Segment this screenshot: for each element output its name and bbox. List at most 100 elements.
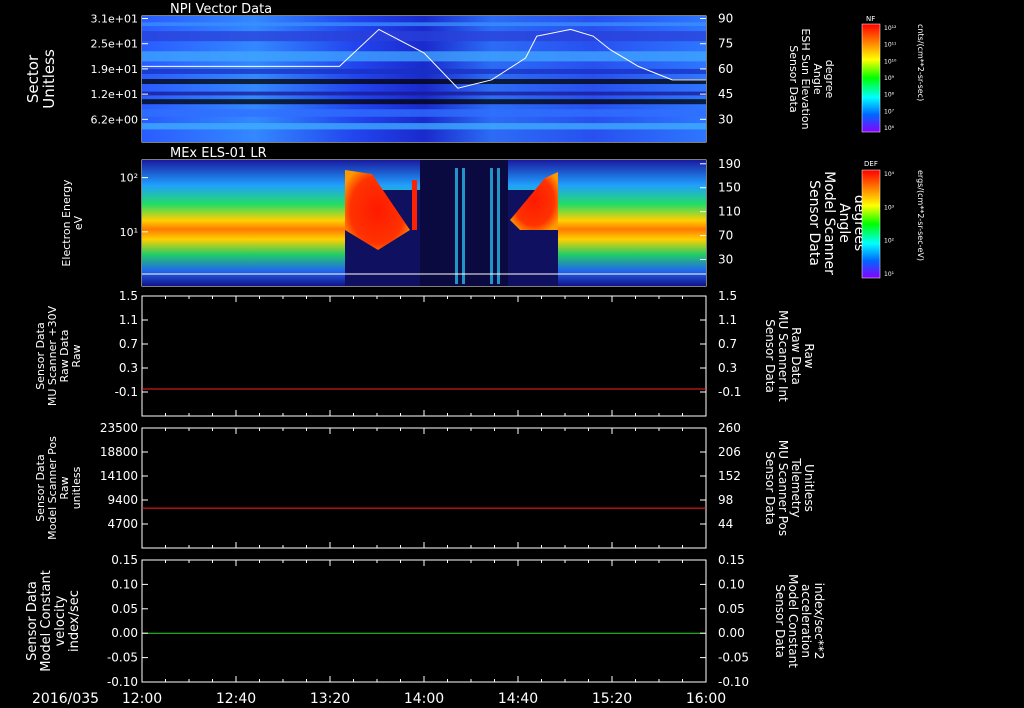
panel-5-left-label: Model Constant (39, 570, 54, 672)
panel-1-title: NPI Vector Data (170, 2, 272, 17)
panel-5-right-label: acceleration (799, 584, 813, 658)
right-tick-label: 152 (718, 469, 741, 483)
panel-2-right-label: Sensor Data (806, 180, 822, 266)
colorbar-nf-scale (861, 23, 881, 133)
right-tick-label: 1.1 (718, 313, 737, 327)
panel-5-right-label: index/sec**2 (812, 583, 826, 660)
right-tick-label: 110 (718, 205, 741, 219)
heatmap-els-streak (455, 168, 458, 284)
colorbar-def-unit: ergs/(cm**2-sr-sec-eV) (916, 170, 925, 261)
colorbar-tick-label: 10⁹ (884, 75, 895, 82)
left-tick-label: 6.2e+00 (91, 113, 138, 126)
left-tick-label: -0.1 (115, 385, 138, 399)
colorbar-nf-tag: NF (866, 15, 875, 23)
panel-1-right-label: Angle (811, 63, 824, 95)
panel-4-left-label: unitless (70, 466, 83, 509)
panel-2-right-label: Angle (836, 203, 852, 243)
panel-1-right-label: degree (823, 60, 836, 99)
right-tick-label: 98 (718, 493, 733, 507)
panel-1-right-label: Sensor Data (787, 45, 800, 112)
colorbar-nf: NF cnts/(cm**2-sr-sec) 10¹² 10¹¹ 10¹⁰ 10⁹ 10… (861, 15, 925, 133)
time-tick-label: 16:00 (686, 691, 726, 707)
left-tick-label: 1.1 (119, 313, 138, 327)
left-tick-label: 23500 (100, 421, 138, 435)
colorbar-tick-label: 10¹¹ (884, 42, 897, 49)
panel-5-left-label: Sensor Data (25, 581, 40, 661)
left-tick-label: 1.2e+01 (91, 88, 138, 101)
left-tick-label: 10¹ (120, 226, 138, 239)
left-tick-label: 4700 (107, 517, 138, 531)
colorbar-tick-label: 10¹⁰ (884, 58, 897, 65)
right-tick-label: 190 (718, 157, 741, 171)
left-tick-label: -0.05 (107, 651, 138, 665)
right-tick-label: 30 (718, 253, 733, 267)
right-tick-label: 0.7 (718, 337, 737, 351)
panel-2-title: MEx ELS-01 LR (170, 146, 267, 161)
panel-4-right-label: Unitless (802, 464, 816, 512)
left-tick-label: 18800 (100, 445, 138, 459)
panel-1-right-label: ESH Sun Elevation (799, 28, 812, 129)
colorbar-def-scale (861, 169, 881, 279)
left-tick-label: 3.1e+01 (91, 13, 138, 26)
colorbar-tick-label: 10¹ (884, 271, 895, 278)
left-tick-label: 0.3 (119, 361, 138, 375)
right-tick-label: 44 (718, 517, 733, 531)
panel-5-right-label: Model Constant (786, 574, 800, 668)
panel-4-frame (141, 427, 707, 549)
colorbar-nf-ticks: 10¹² 10¹¹ 10¹⁰ 10⁹ 10⁸ 10⁷ 10⁶ (884, 25, 897, 132)
right-tick-label: -0.05 (718, 651, 749, 665)
colorbar-tick-label: 10¹² (884, 25, 897, 32)
plot-canvas: NPI Vector Data MEx ELS-01 LR 3.1e+01 2.5e+… (24, 2, 925, 707)
right-tick-label: 206 (718, 445, 741, 459)
right-tick-label: 30 (718, 112, 733, 126)
time-tick-label: 14:00 (404, 691, 444, 707)
right-tick-label: 0.15 (718, 553, 745, 567)
panel-3-right-label: Raw (802, 343, 816, 368)
left-tick-label: 0.7 (119, 337, 138, 351)
panel-5-left-label: index/sec (67, 590, 82, 652)
right-tick-label: 60 (718, 62, 733, 76)
left-tick-label: 1.5 (119, 289, 138, 303)
panel-4-right-label: MU Scanner Pos (776, 440, 790, 536)
panel-5-left-label: velocity (53, 595, 68, 646)
colorbar-def-tag: DEF (864, 160, 878, 168)
panel-3-left-label: Raw (70, 344, 83, 367)
colorbar-tick-label: 10² (884, 238, 895, 245)
right-tick-label: 0.00 (718, 626, 745, 640)
left-tick-label: 0.00 (111, 626, 138, 640)
right-tick-label: 70 (718, 229, 733, 243)
panel-5-frame (141, 559, 707, 683)
colorbar-nf-unit: cnts/(cm**2-sr-sec) (916, 24, 925, 101)
right-tick-label: 90 (718, 12, 733, 26)
right-tick-label: 1.5 (718, 289, 737, 303)
heatmap-npi-band (142, 31, 706, 42)
colorbar-tick-label: 10⁶ (884, 125, 895, 132)
heatmap-els-streak (462, 168, 465, 284)
right-tick-label: 150 (718, 181, 741, 195)
heatmap-npi-band (142, 99, 706, 105)
colorbar-def: DEF ergs/(cm**2-sr-sec-eV) 10⁴ 10³ 10² 10¹ (861, 160, 925, 279)
heatmap-npi-band (142, 123, 706, 130)
panel-3-right-label: Sensor Data (763, 319, 777, 393)
right-tick-label: 0.05 (718, 602, 745, 616)
heatmap-npi-band (142, 91, 706, 96)
right-tick-label: 0.3 (718, 361, 737, 375)
heatmap-els-hot (412, 180, 417, 230)
panel-4-right-label: Telemetry (789, 457, 803, 517)
right-tick-label: -0.10 (718, 675, 749, 689)
left-tick-label: 0.10 (111, 577, 138, 591)
right-tick-label: 45 (718, 87, 733, 101)
heatmap-npi-band (142, 79, 706, 85)
panel-2-right-label: Model Scanner (821, 171, 837, 275)
left-tick-label: 9400 (107, 493, 138, 507)
colorbar-tick-label: 10⁴ (884, 171, 895, 178)
right-tick-label: 75 (718, 37, 733, 51)
time-tick-label: 15:20 (592, 691, 632, 707)
time-tick-label: 12:00 (122, 691, 162, 707)
left-tick-label: -0.10 (107, 675, 138, 689)
panel-3-right-label: MU Scanner Int (776, 310, 790, 402)
right-tick-label: 260 (718, 421, 741, 435)
panel-1-ylabel: Unitless (40, 49, 58, 109)
panel-3-right-label: Raw Data (789, 327, 803, 385)
left-tick-label: 0.15 (111, 553, 138, 567)
